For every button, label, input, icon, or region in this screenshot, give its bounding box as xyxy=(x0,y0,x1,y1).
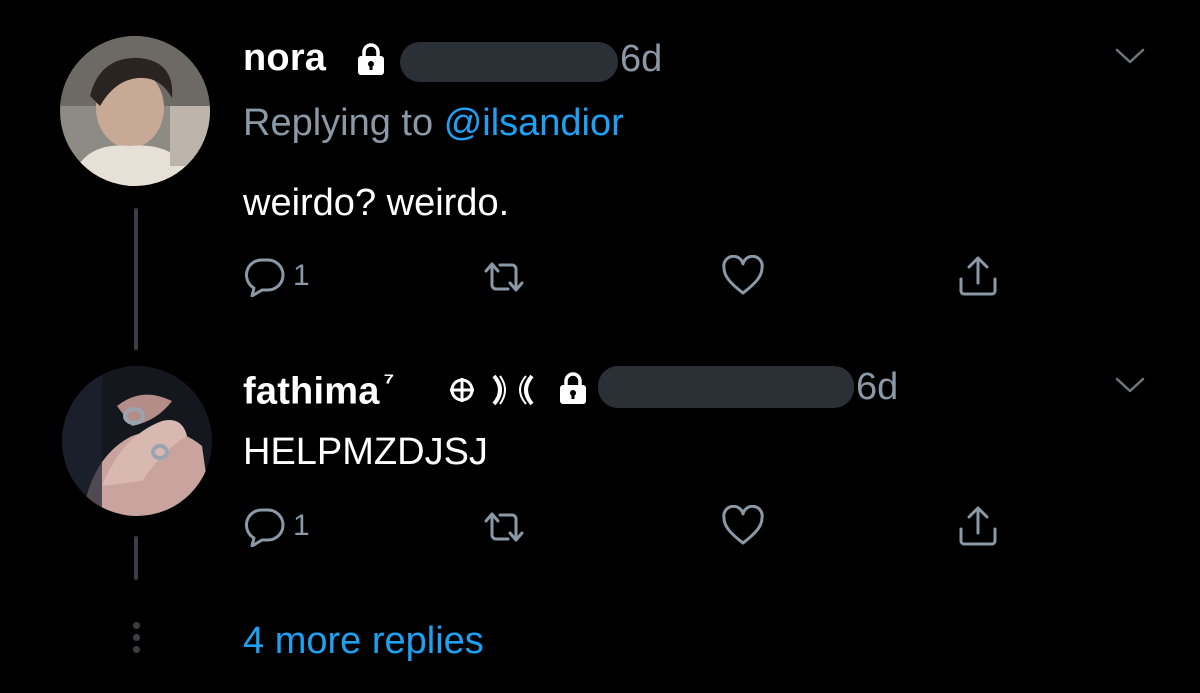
handle-redacted xyxy=(400,42,618,82)
timestamp[interactable]: 6d xyxy=(856,366,898,409)
display-name[interactable]: nora xyxy=(243,37,326,80)
avatar[interactable] xyxy=(60,36,210,186)
heart-icon xyxy=(722,255,764,295)
like-button[interactable] xyxy=(720,505,766,547)
share-icon xyxy=(959,506,997,546)
reply-count: 1 xyxy=(293,259,310,292)
reply-count: 1 xyxy=(293,509,310,542)
display-name[interactable]: fathima ⁷ xyxy=(243,366,394,414)
share-button[interactable] xyxy=(955,503,1001,549)
emoji-badges xyxy=(448,368,544,412)
chevron-down-icon[interactable] xyxy=(1114,375,1146,395)
chevron-down-icon[interactable] xyxy=(1114,46,1146,66)
thread-connector-line xyxy=(134,536,138,580)
replying-label: Replying to xyxy=(243,102,434,144)
handle-redacted xyxy=(598,366,854,408)
display-name-text: fathima xyxy=(243,370,380,413)
replying-to: Replying to @ilsandior xyxy=(243,102,624,145)
retweet-icon xyxy=(484,262,524,292)
thread-more-dots xyxy=(131,622,141,658)
more-replies-link[interactable]: 4 more replies xyxy=(243,620,484,663)
retweet-button[interactable] xyxy=(478,257,530,297)
lock-icon xyxy=(354,42,388,76)
timestamp[interactable]: 6d xyxy=(620,38,662,81)
replying-handle-link[interactable]: @ilsandior xyxy=(444,102,624,144)
reply-button[interactable]: 1 xyxy=(243,255,310,297)
thread-connector-line xyxy=(134,208,138,350)
display-name-suffix: ⁷ xyxy=(383,366,395,396)
heart-icon xyxy=(722,505,764,545)
share-button[interactable] xyxy=(955,253,1001,299)
retweet-icon xyxy=(484,512,524,542)
like-button[interactable] xyxy=(720,255,766,297)
tweet-text: weirdo? weirdo. xyxy=(243,182,510,224)
reply-icon xyxy=(244,258,285,297)
reply-button[interactable]: 1 xyxy=(243,505,310,547)
share-icon xyxy=(959,256,997,296)
reply-icon xyxy=(244,508,285,547)
retweet-button[interactable] xyxy=(478,507,530,547)
avatar[interactable] xyxy=(62,366,212,516)
tweet-text: HELPMZDJSJ xyxy=(243,431,488,473)
lock-icon xyxy=(556,371,590,405)
